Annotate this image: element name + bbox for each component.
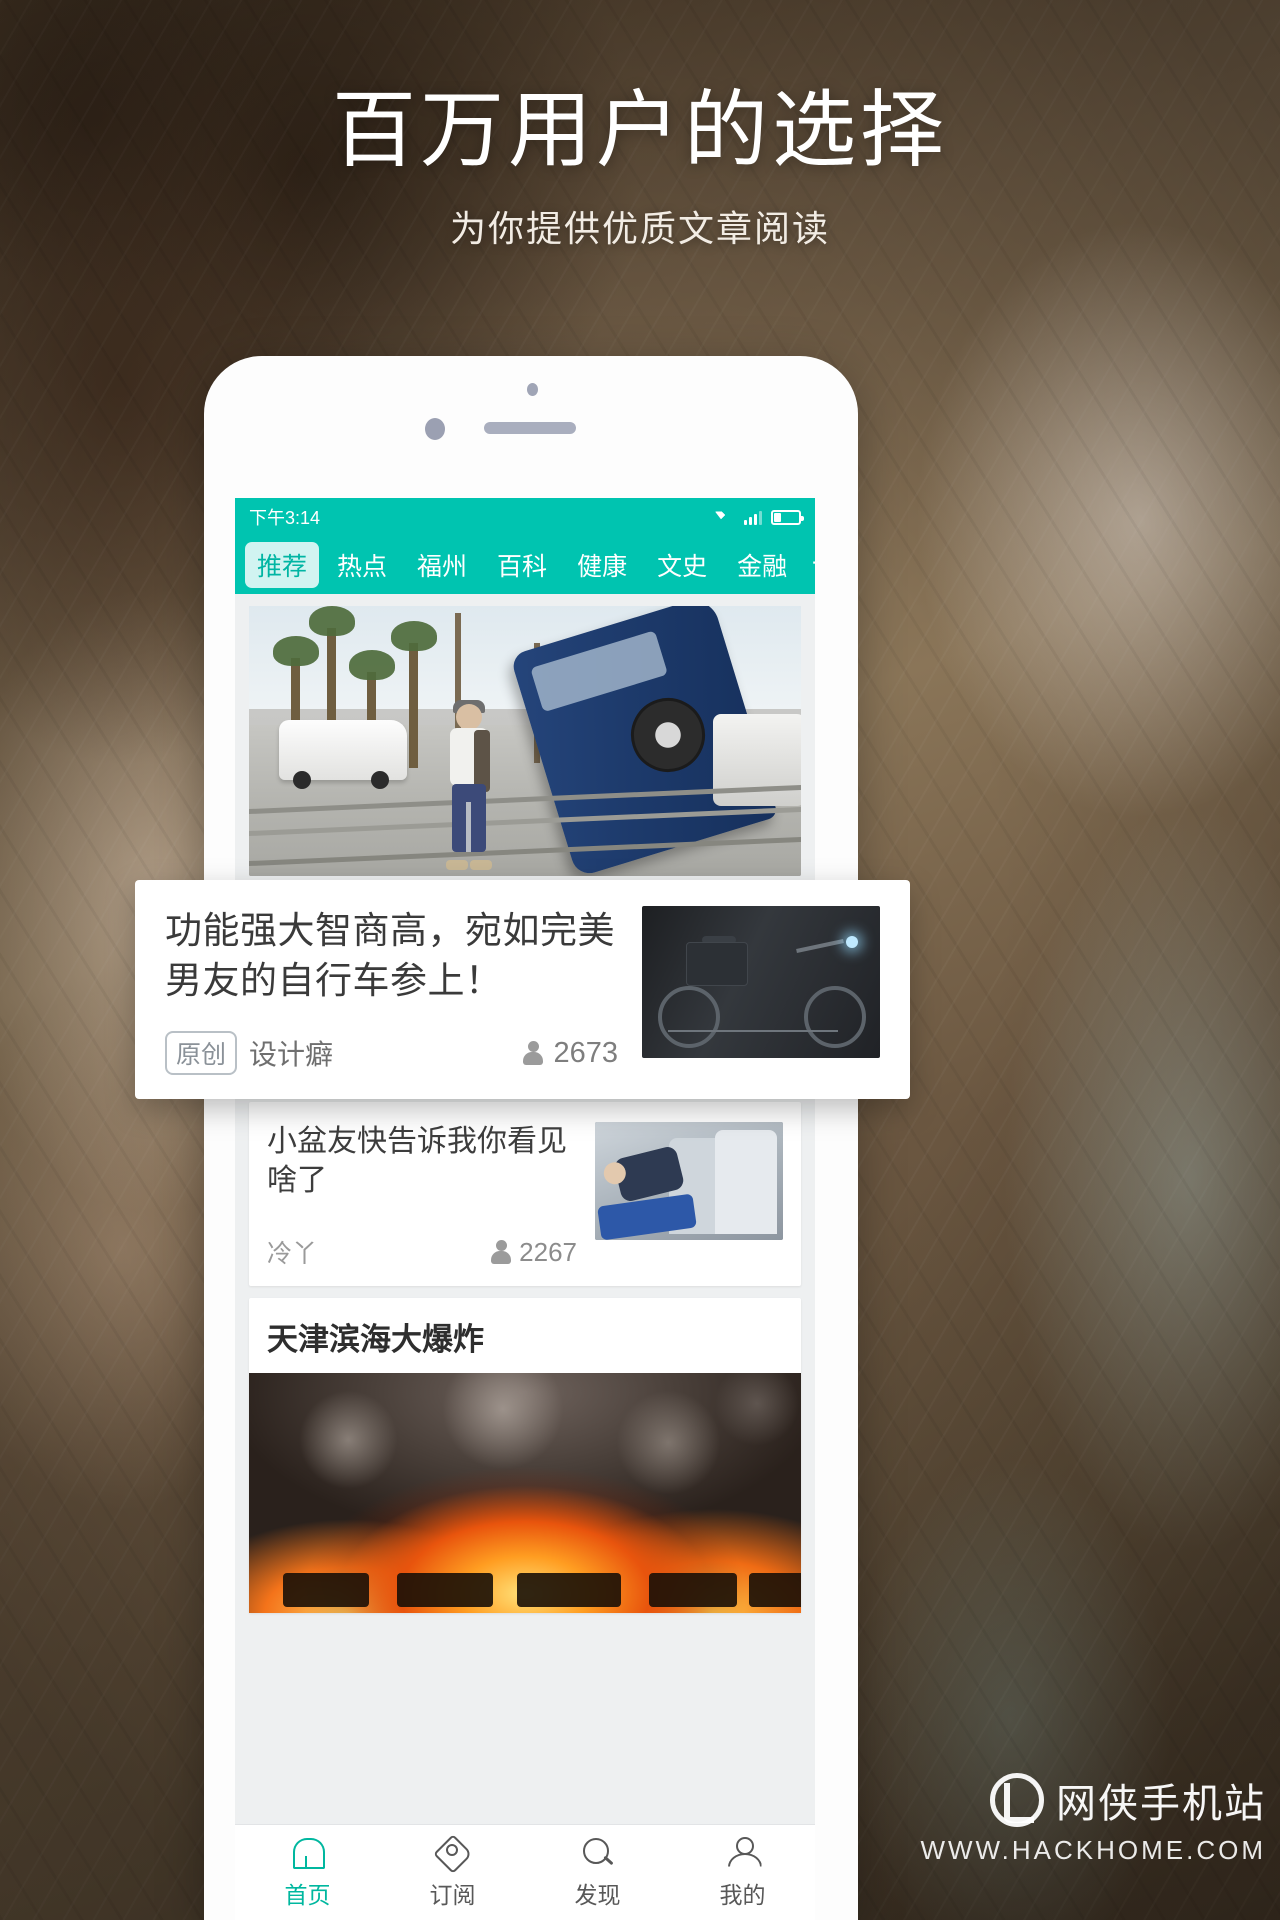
person-icon [491, 1239, 512, 1265]
featured-photo-item[interactable]: 天津滨海大爆炸 [249, 1298, 801, 1613]
add-tab-icon[interactable]: ＋ [809, 550, 815, 580]
nav-item-subscribe[interactable]: 订阅 [380, 1835, 525, 1910]
featured-article-meta: 原创 设计癖 2673 [165, 1031, 618, 1076]
tab-recommend[interactable]: 推荐 [245, 542, 320, 588]
feed-hero-image[interactable] [249, 606, 801, 876]
status-icons [715, 509, 804, 525]
hackhome-logo-icon [990, 1773, 1044, 1827]
nav-label-subscribe: 订阅 [429, 1882, 476, 1908]
watermark-name: 网侠手机站 [1056, 1782, 1266, 1826]
list-item-meta: 冷丫 2267 [267, 1234, 577, 1270]
nav-item-discover[interactable]: 发现 [525, 1835, 670, 1910]
featured-article-title: 功能强大智商高，宛如完美男友的自行车参上！ [165, 910, 615, 1001]
hero-section: 百万用户的选择 为你提供优质文章阅读 [0, 86, 1280, 252]
phone-sensor [527, 383, 538, 396]
phone-camera-icon [425, 418, 445, 440]
list-item-reads: 2267 [491, 1237, 577, 1268]
list-item[interactable]: 小盆友快告诉我你看见啥了 冷丫 2267 [249, 1102, 801, 1286]
phone-speaker [484, 422, 576, 434]
nav-item-home[interactable]: 首页 [235, 1835, 380, 1910]
big-card-photo[interactable] [249, 1373, 801, 1613]
phone-screen: 下午3:14 推荐 热点 福州 百科 健康 文史 金融 ＋ [235, 498, 815, 1920]
status-time: 下午3:14 [249, 508, 321, 528]
list-item-read-count: 2267 [519, 1236, 577, 1267]
status-bar: 下午3:14 [235, 498, 815, 536]
watermark: 网侠手机站 WWW.HACKHOME.COM [920, 1771, 1266, 1866]
tab-hot[interactable]: 热点 [325, 542, 399, 588]
search-icon [580, 1835, 616, 1869]
street-scene-photo [249, 606, 801, 876]
featured-article-thumbnail[interactable] [642, 906, 880, 1058]
nav-label-discover: 发现 [574, 1882, 621, 1908]
hero-title: 百万用户的选择 [331, 83, 948, 177]
bottom-navigation[interactable]: 首页 订阅 发现 我的 [235, 1824, 815, 1920]
original-badge: 原创 [165, 1031, 238, 1076]
wifi-icon [715, 510, 735, 525]
featured-read-count: 2673 [553, 1036, 618, 1069]
nav-label-profile: 我的 [719, 1882, 766, 1908]
tab-finance[interactable]: 金融 [725, 542, 799, 588]
tab-fuzhou[interactable]: 福州 [405, 542, 479, 588]
tag-icon [435, 1835, 471, 1869]
featured-article-reads: 2673 [523, 1037, 618, 1070]
list-item-source: 冷丫 [267, 1240, 318, 1268]
signal-icon [744, 510, 762, 525]
person-icon [725, 1835, 761, 1869]
watermark-url: WWW.HACKHOME.COM [920, 1835, 1266, 1865]
person-icon [523, 1040, 544, 1066]
battery-icon [771, 509, 804, 525]
nav-label-home: 首页 [284, 1882, 331, 1908]
tab-history[interactable]: 文史 [645, 542, 719, 588]
big-card-title: 天津滨海大爆炸 [267, 1322, 484, 1357]
tab-health[interactable]: 健康 [565, 542, 639, 588]
category-tab-bar[interactable]: 推荐 热点 福州 百科 健康 文史 金融 ＋ [235, 536, 815, 594]
tab-encyclopedia[interactable]: 百科 [485, 542, 559, 588]
home-icon [290, 1835, 326, 1869]
featured-article-card[interactable]: 功能强大智商高，宛如完美男友的自行车参上！ 原创 设计癖 2673 [135, 880, 910, 1100]
hero-subtitle: 为你提供优质文章阅读 [449, 208, 830, 250]
featured-article-source: 设计癖 [249, 1039, 334, 1071]
list-item-title: 小盆友快告诉我你看见啥了 [267, 1125, 567, 1197]
list-item-thumbnail[interactable] [595, 1122, 783, 1240]
nav-item-profile[interactable]: 我的 [670, 1835, 815, 1910]
article-feed[interactable]: 小盆友快告诉我你看见啥了 冷丫 2267 天津滨海大爆炸 [235, 606, 815, 1920]
